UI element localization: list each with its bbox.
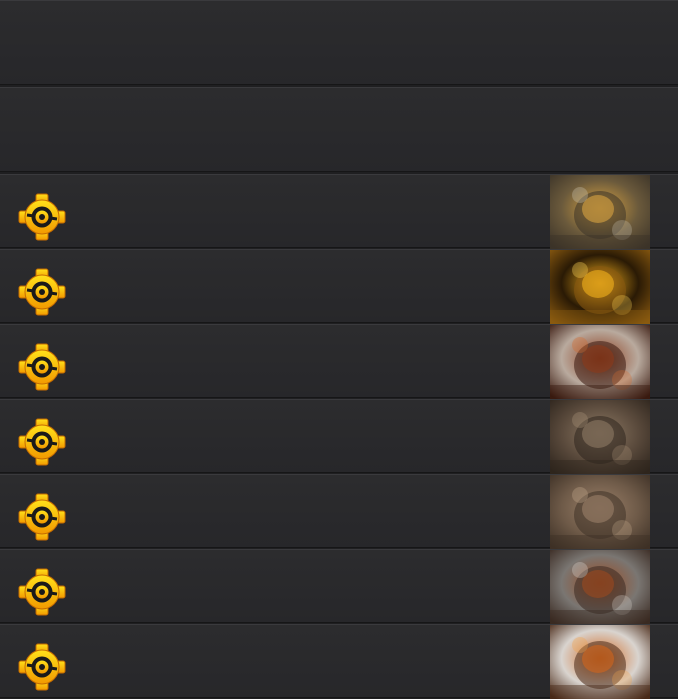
gear-badge-icon <box>17 492 67 542</box>
gear-badge-icon <box>17 342 67 392</box>
gear-badge-icon <box>17 642 67 692</box>
golden-mechanical-orb-thumbnail <box>550 250 650 324</box>
list-item[interactable] <box>0 549 678 624</box>
armored-warrior-explosion-thumbnail <box>550 175 650 249</box>
brute-warrior-smoke-thumbnail <box>550 550 650 624</box>
list-item[interactable] <box>0 474 678 549</box>
empty-row-1 <box>0 0 678 85</box>
stone-golem-thumbnail <box>550 400 650 474</box>
gear-badge-icon <box>17 192 67 242</box>
lightning-brawler-thumbnail <box>550 625 650 699</box>
list-item[interactable] <box>0 324 678 399</box>
gear-badge-icon <box>17 267 67 317</box>
empty-row-2 <box>0 87 678 172</box>
round-bomb-creature-thumbnail <box>550 325 650 399</box>
item-list <box>0 0 678 699</box>
list-item[interactable] <box>0 249 678 324</box>
list-item[interactable] <box>0 174 678 249</box>
boulder-pile-thumbnail <box>550 475 650 549</box>
gear-badge-icon <box>17 417 67 467</box>
gear-badge-icon <box>17 567 67 617</box>
list-item[interactable] <box>0 399 678 474</box>
list-item[interactable] <box>0 624 678 699</box>
